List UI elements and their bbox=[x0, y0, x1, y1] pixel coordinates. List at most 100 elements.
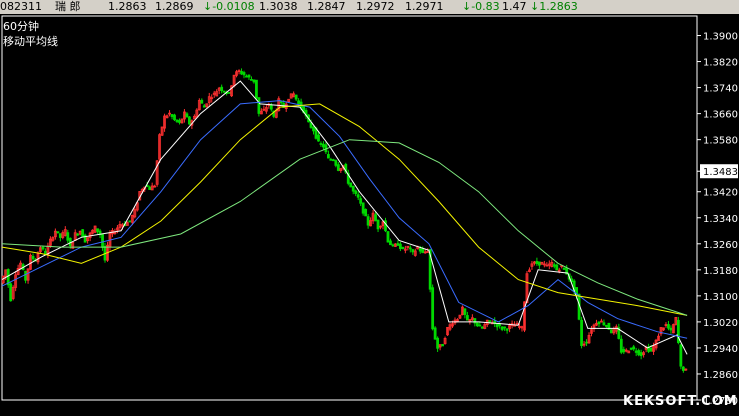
candle-body bbox=[202, 105, 206, 108]
candle-body bbox=[421, 248, 425, 254]
chart-frame bbox=[1, 15, 698, 401]
candle-body bbox=[463, 308, 467, 315]
candle-body bbox=[619, 338, 623, 353]
candle-body bbox=[76, 233, 80, 236]
candle-body bbox=[349, 182, 353, 188]
y-tick-label: 1.3900 bbox=[703, 32, 738, 43]
candle-body bbox=[396, 243, 400, 246]
candle-body bbox=[478, 324, 482, 327]
candle-body bbox=[411, 249, 415, 253]
candle-body bbox=[361, 202, 365, 214]
candle-body bbox=[96, 228, 99, 232]
candle-body bbox=[81, 229, 85, 238]
candle-body bbox=[495, 323, 499, 328]
candle-body bbox=[101, 233, 104, 248]
quote-change: ↓-0.0108 bbox=[203, 0, 255, 13]
candles-group bbox=[1, 68, 688, 373]
candle-body bbox=[503, 326, 507, 329]
candle-body bbox=[488, 320, 492, 323]
candle-body bbox=[351, 185, 355, 192]
quote-last: ↓1.2863 bbox=[530, 0, 578, 13]
quote-field6: 1.2972 bbox=[356, 0, 395, 13]
candle-body bbox=[317, 134, 320, 142]
candle-body bbox=[389, 240, 392, 246]
quote-code: 082311 bbox=[0, 0, 42, 13]
candle-body bbox=[597, 321, 601, 325]
price-chart[interactable]: 1.3900 1.3820 1.3740 1.3660 1.3580 1.3483 1.34… bbox=[0, 14, 739, 416]
candle-body bbox=[297, 100, 301, 105]
candle-body bbox=[637, 350, 641, 356]
candle-body bbox=[356, 194, 360, 198]
candle-body bbox=[31, 256, 35, 260]
candle-body bbox=[609, 329, 613, 334]
candle-body bbox=[227, 91, 231, 94]
candle-body bbox=[9, 283, 13, 302]
candle-body bbox=[188, 116, 191, 125]
candle-body bbox=[66, 232, 70, 241]
candle-body bbox=[359, 198, 363, 204]
quote-field7: 1.2971 bbox=[405, 0, 444, 13]
candle-body bbox=[681, 366, 685, 371]
candle-body bbox=[431, 287, 435, 330]
candle-body bbox=[257, 97, 261, 114]
candle-body bbox=[331, 159, 335, 162]
y-tick-label: 1.3420 bbox=[703, 188, 738, 199]
candle-body bbox=[242, 72, 246, 76]
y-tick-label: 1.3100 bbox=[703, 292, 738, 303]
candle-body bbox=[366, 216, 370, 226]
candle-body bbox=[178, 120, 181, 123]
quote-bar: 082311 瑞 郎 1.2863 1.2869 ↓-0.0108 1.3038… bbox=[0, 0, 739, 14]
candle-body bbox=[555, 264, 559, 271]
y-tick-label: 1.2860 bbox=[703, 370, 738, 381]
candle-body bbox=[505, 328, 509, 331]
candle-body bbox=[279, 101, 283, 104]
candle-body bbox=[322, 143, 325, 148]
candle-body bbox=[639, 352, 643, 357]
candle-body bbox=[220, 86, 224, 92]
candle-body bbox=[252, 79, 256, 83]
y-tick-label: 1.3260 bbox=[703, 240, 738, 251]
y-tick-label: 1.2940 bbox=[703, 344, 738, 355]
candle-body bbox=[58, 233, 62, 238]
candle-body bbox=[500, 326, 504, 330]
candle-body bbox=[634, 350, 638, 353]
y-tick-label: 1.3180 bbox=[703, 266, 738, 277]
y-tick-label: 1.3820 bbox=[703, 58, 738, 69]
candle-body bbox=[327, 154, 330, 159]
candle-body bbox=[269, 104, 273, 110]
candle-body bbox=[418, 248, 422, 252]
quote-change-pct: ↓-0.83 bbox=[462, 0, 500, 13]
candle-body bbox=[679, 344, 683, 367]
candle-body bbox=[200, 99, 204, 104]
candle-body bbox=[41, 246, 45, 250]
watermark: KEKSOFT.COM bbox=[623, 394, 738, 409]
candle-body bbox=[173, 114, 176, 121]
candle-body bbox=[255, 79, 258, 99]
candle-body bbox=[336, 164, 340, 171]
y-tick-label: 1.3580 bbox=[703, 136, 738, 147]
candle-body bbox=[480, 326, 484, 329]
y-tick-label: 1.3740 bbox=[703, 84, 738, 95]
candle-body bbox=[128, 220, 132, 223]
candle-body bbox=[580, 319, 583, 347]
candle-body bbox=[386, 231, 390, 243]
ma-line-2 bbox=[1, 100, 688, 339]
y-tick-label: 1.3340 bbox=[703, 214, 738, 225]
candle-body bbox=[401, 246, 405, 250]
candle-body bbox=[585, 341, 588, 344]
candle-body bbox=[629, 347, 633, 350]
candle-body bbox=[247, 74, 251, 78]
candle-body bbox=[354, 190, 358, 194]
quote-amplitude: 1.47 bbox=[502, 0, 527, 13]
candle-body bbox=[222, 90, 226, 93]
quote-field5: 1.2847 bbox=[307, 0, 346, 13]
candle-body bbox=[250, 78, 253, 81]
quote-high: 1.2869 bbox=[155, 0, 194, 13]
candle-body bbox=[667, 324, 670, 329]
candle-body bbox=[433, 327, 437, 340]
candle-body bbox=[649, 347, 653, 352]
candle-body bbox=[436, 337, 440, 349]
plot-border bbox=[1, 15, 698, 401]
candle-body bbox=[170, 114, 174, 117]
candle-body bbox=[605, 325, 608, 327]
